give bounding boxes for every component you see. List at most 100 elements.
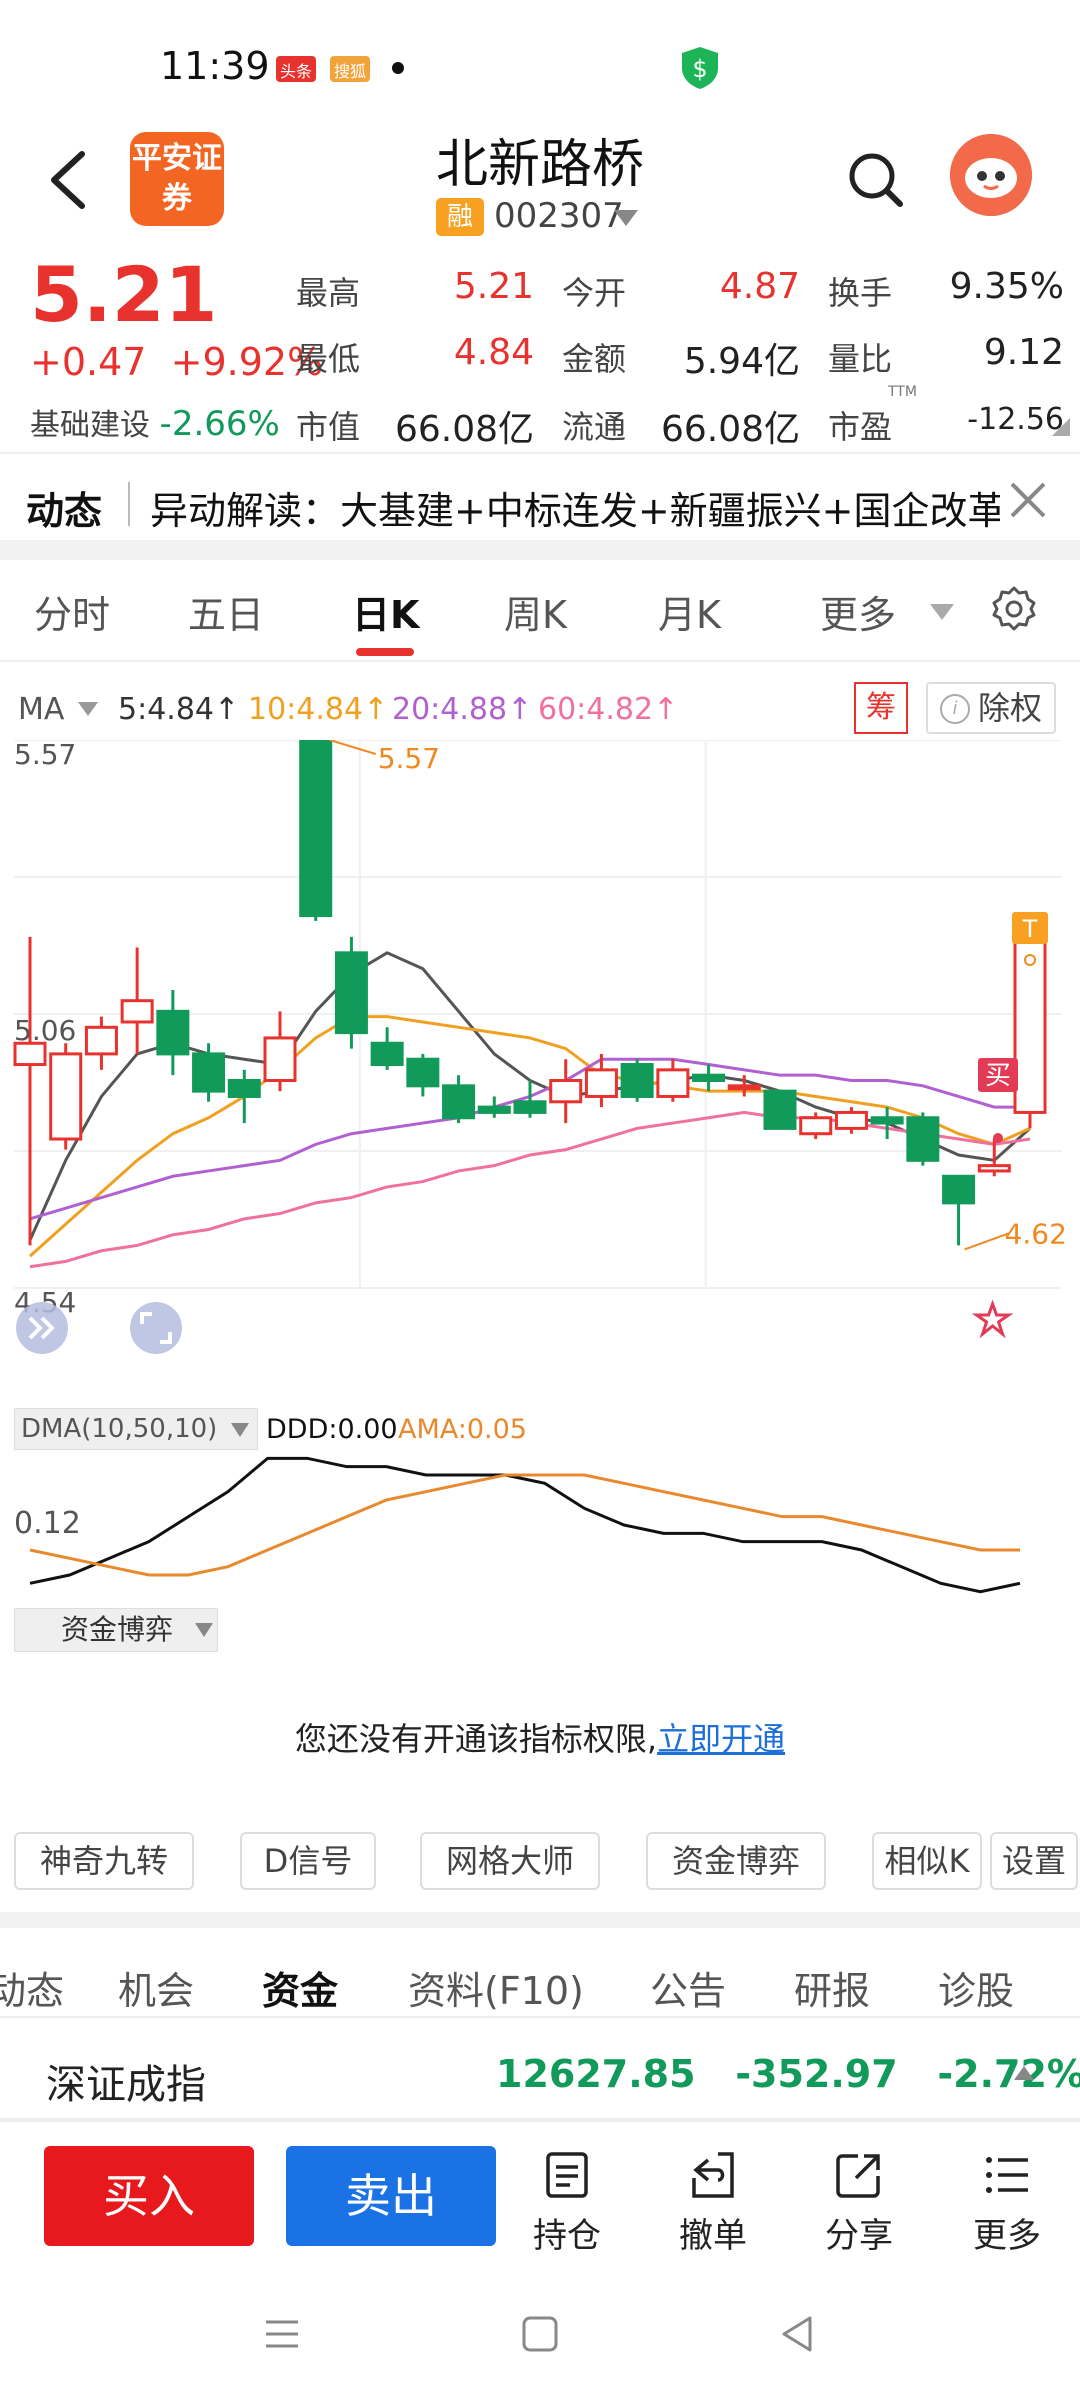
sector-info[interactable]: 基础建设 -2.66%	[30, 400, 280, 444]
fullscreen-button-bg	[130, 1302, 182, 1354]
candle-body	[549, 1079, 583, 1104]
ma60-value: 60:4.82↑	[538, 692, 679, 727]
avatar-icon[interactable]	[950, 134, 1032, 216]
chevron-down-icon[interactable]	[930, 604, 954, 620]
expand-corner-icon[interactable]	[1052, 418, 1070, 436]
permission-text: 您还没有开通该指标权限,	[294, 1720, 658, 1758]
tab-day-k[interactable]: 日K	[352, 584, 419, 639]
tool-settings-button[interactable]: 设置	[990, 1832, 1078, 1890]
info-tab-research[interactable]: 研报	[794, 1960, 870, 2015]
sell-button[interactable]: 卖出	[286, 2146, 496, 2246]
tab-month-k[interactable]: 月K	[658, 584, 721, 639]
candle	[406, 1053, 440, 1097]
candle-body	[727, 1084, 761, 1091]
candle-body	[692, 1073, 726, 1083]
toutiao-badge: 头条	[276, 56, 317, 82]
index-values: 12627.85 -352.97 -2.72%	[496, 2052, 1080, 2096]
tab-more[interactable]: 更多	[820, 584, 896, 639]
more-button[interactable]: 更多	[952, 2150, 1062, 2257]
candle	[906, 1112, 940, 1166]
candle-body	[799, 1116, 833, 1136]
back-triangle-icon[interactable]	[774, 2310, 822, 2358]
sohu-badge: 搜狐	[330, 56, 371, 82]
permission-message: 您还没有开通该指标权限,立即开通	[0, 1714, 1080, 1760]
candle	[84, 1016, 118, 1070]
tool-capital-game-button[interactable]: 资金博弈	[646, 1832, 826, 1890]
candle	[263, 1011, 297, 1092]
turnover-value: 9.35%	[949, 266, 1064, 307]
buy-marker: 买	[985, 1061, 1011, 1091]
holdings-button[interactable]: 持仓	[512, 2150, 622, 2257]
chevron-down-icon	[195, 1623, 213, 1637]
candle-body	[49, 1052, 83, 1141]
more-label: 更多	[973, 2216, 1041, 2256]
current-price: 5.21	[30, 250, 218, 339]
index-value: 12627.85	[496, 2052, 696, 2096]
tab-intraday[interactable]: 分时	[34, 584, 110, 639]
candle-body	[870, 1116, 904, 1125]
cancel-order-button[interactable]: 撤单	[658, 2150, 768, 2257]
chevron-down-icon[interactable]	[78, 702, 98, 716]
candle	[299, 740, 333, 921]
more-icon	[986, 2157, 1028, 2193]
index-name[interactable]: 深证成指	[46, 2052, 206, 2110]
amount-label: 金额	[562, 340, 627, 378]
chevron-up-icon[interactable]	[1014, 2066, 1034, 2080]
info-tab-diagnosis[interactable]: 诊股	[938, 1960, 1014, 2015]
close-icon[interactable]	[1004, 476, 1052, 524]
home-icon[interactable]	[516, 2310, 564, 2358]
chip-distribution-button[interactable]: 筹	[854, 682, 908, 734]
news-headline[interactable]: 异动解读：大基建+中标连发+新疆振兴+国企改革	[150, 480, 1000, 535]
sector-change: -2.66%	[159, 404, 280, 444]
share-label: 分享	[825, 2216, 893, 2256]
candle-body	[334, 951, 368, 1035]
svg-text:$: $	[692, 55, 707, 83]
kline-chart[interactable]: 5.575.064.545.574.62买T2025/10/102025/11/…	[0, 740, 1080, 1360]
menu-icon[interactable]	[258, 2310, 306, 2358]
info-tab-capital[interactable]: 资金	[262, 1960, 338, 2015]
stock-name: 北新路桥	[435, 135, 644, 195]
high-price-label: 5.57	[378, 742, 440, 775]
ma20-value: 20:4.88↑	[392, 692, 533, 727]
sector-name: 基础建设	[30, 408, 150, 443]
candle-body	[156, 1009, 190, 1056]
volume-ratio-label: 量比	[828, 340, 893, 378]
tool-d-signal-button[interactable]: D信号	[240, 1832, 376, 1890]
candle	[584, 1053, 618, 1108]
candle	[692, 1064, 726, 1092]
candle-body	[120, 999, 154, 1024]
capital-game-selector[interactable]: 资金博弈	[14, 1608, 218, 1652]
candle-body	[834, 1110, 868, 1130]
info-tab-opportunity[interactable]: 机会	[118, 1960, 194, 2015]
info-tab-announcements[interactable]: 公告	[650, 1960, 726, 2015]
info-tab-news[interactable]: 动态	[0, 1960, 64, 2015]
gear-icon[interactable]	[990, 584, 1038, 632]
candle	[227, 1069, 261, 1124]
candle-body	[370, 1041, 404, 1067]
chevron-down-icon[interactable]	[614, 210, 638, 226]
cancel-order-icon	[692, 2152, 734, 2198]
activate-now-link[interactable]: 立即开通	[657, 1720, 785, 1758]
share-button[interactable]: 分享	[804, 2150, 914, 2257]
ma-label[interactable]: MA	[18, 692, 64, 727]
float-cap-value: 66.08亿	[660, 409, 800, 450]
index-divider	[0, 2118, 1080, 2122]
candle	[620, 1059, 654, 1102]
tool-magic-nine-button[interactable]: 神奇九转	[14, 1832, 194, 1890]
stock-code[interactable]: 002307	[494, 196, 624, 236]
buy-button[interactable]: 买入	[44, 2146, 254, 2246]
dma-indicator-selector[interactable]: DMA(10,50,10)	[14, 1408, 258, 1450]
candle-body	[1013, 930, 1047, 1114]
open-label: 今开	[562, 274, 627, 312]
price-change: +0.47 +9.92%	[30, 340, 323, 384]
search-icon[interactable]	[846, 150, 906, 210]
tab-five-day[interactable]: 五日	[188, 584, 264, 639]
pe-ttm-superscript: TTM	[888, 384, 917, 400]
ama-line	[29, 1473, 1020, 1577]
candle-body	[906, 1116, 940, 1162]
high-pointer	[329, 740, 377, 755]
info-tab-f10[interactable]: 资料(F10)	[408, 1960, 584, 2015]
tool-similar-k-button[interactable]: 相似K	[872, 1832, 982, 1890]
tool-grid-master-button[interactable]: 网格大师	[420, 1832, 600, 1890]
tab-week-k[interactable]: 周K	[504, 584, 567, 639]
